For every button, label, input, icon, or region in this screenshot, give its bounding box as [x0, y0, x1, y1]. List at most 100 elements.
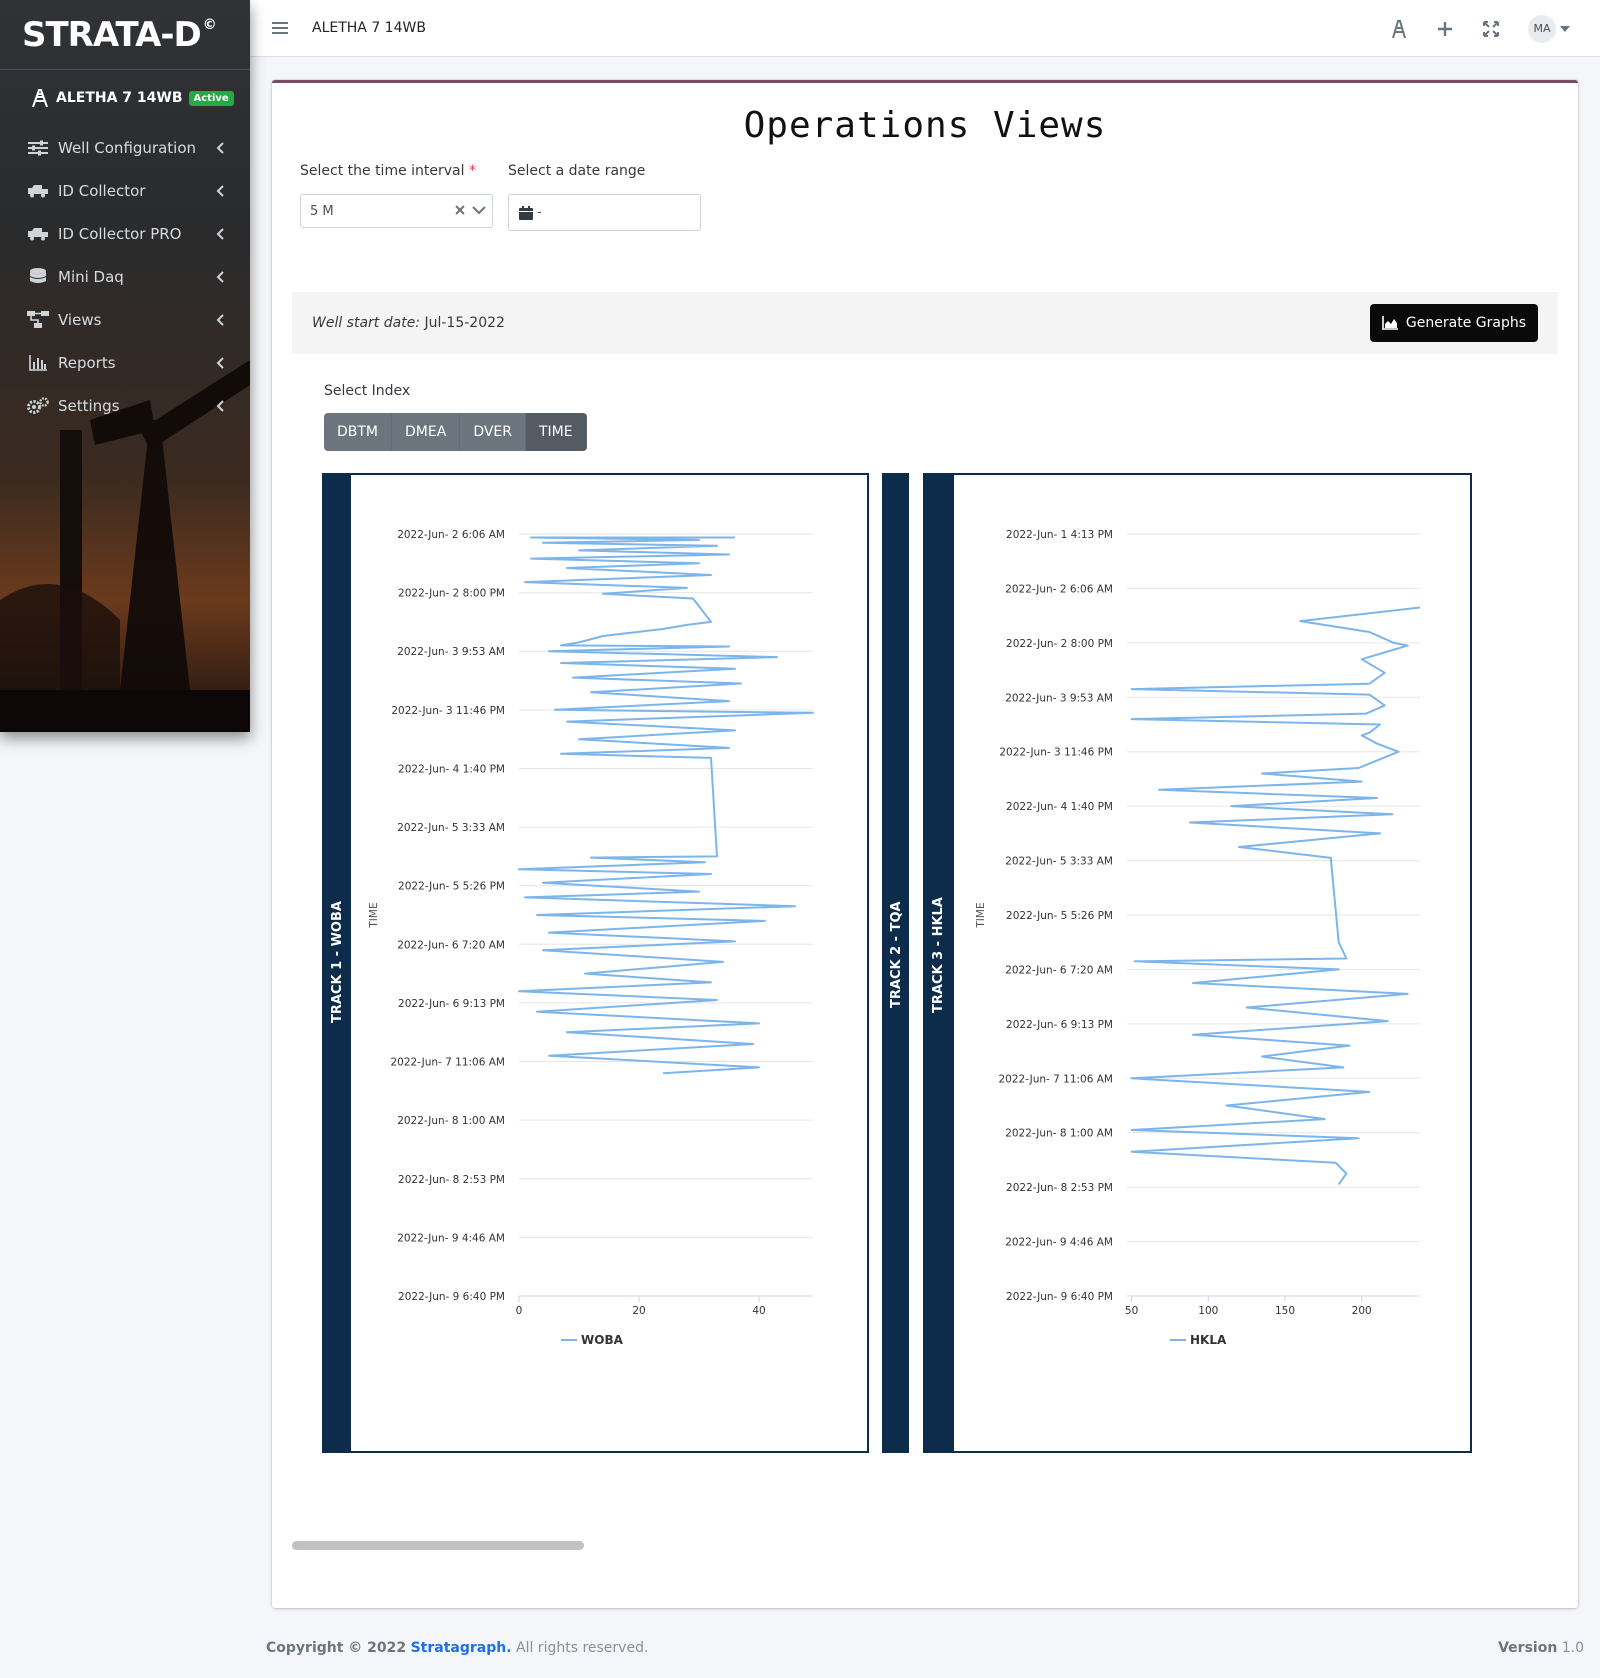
generate-graphs-button[interactable]: Generate Graphs	[1369, 304, 1538, 342]
x-tick-label: 20	[632, 1305, 645, 1317]
sidebar-item-settings[interactable]: Settings	[0, 384, 250, 427]
operations-card: Operations Views Select the time interva…	[272, 80, 1578, 1608]
index-label: Select Index	[324, 383, 411, 399]
avatar[interactable]: MA	[1528, 14, 1556, 43]
track-2-header: TRACK 2 - TQA	[882, 473, 909, 1453]
y-tick-label: 2022-Jun- 8 2:53 PM	[1006, 1182, 1113, 1194]
fullscreen-icon[interactable]	[1482, 20, 1500, 38]
y-tick-label: 2022-Jun- 5 3:33 AM	[1005, 856, 1113, 868]
footer: Copyright © 2022 Stratagraph. All rights…	[250, 1617, 1600, 1678]
generate-graphs-label: Generate Graphs	[1405, 315, 1526, 331]
index-button-group: DBTM DMEA DVER TIME	[324, 413, 587, 451]
chevron-left-icon	[216, 184, 224, 197]
index-button-dmea[interactable]: DMEA	[392, 413, 461, 451]
y-tick-label: 2022-Jun- 8 1:00 AM	[397, 1115, 505, 1127]
clear-icon[interactable]	[454, 204, 466, 216]
track-2-label: TRACK 2 - TQA	[889, 901, 904, 1008]
time-interval-select[interactable]: 5 M	[300, 194, 493, 228]
index-button-dver[interactable]: DVER	[460, 413, 526, 451]
y-tick-label: 2022-Jun- 9 4:46 AM	[1005, 1237, 1113, 1249]
oil-rig-icon[interactable]	[1390, 19, 1408, 38]
time-interval-value: 5 M	[310, 203, 334, 219]
chevron-left-icon	[216, 227, 224, 240]
y-tick-label: 2022-Jun- 2 6:06 AM	[1005, 583, 1113, 595]
y-tick-label: 2022-Jun- 3 11:46 PM	[391, 705, 505, 717]
sidebar-well[interactable]: ALETHA 7 14WB Active	[0, 70, 250, 126]
sidebar-item-label: Mini Daq	[58, 267, 124, 286]
y-axis-title: TIME	[975, 902, 987, 928]
y-tick-label: 2022-Jun- 8 1:00 AM	[1005, 1128, 1113, 1140]
brand-logo[interactable]: STRATA-D ©	[0, 0, 250, 70]
sidebar-item-id-collector[interactable]: ID Collector	[0, 169, 250, 212]
truck-icon	[27, 181, 49, 201]
sidebar-item-well-configuration[interactable]: Well Configuration	[0, 126, 250, 169]
chevron-left-icon	[216, 356, 224, 369]
track-3-label: TRACK 3 - HKLA	[931, 897, 946, 1013]
bar-chart-icon	[27, 353, 49, 373]
y-tick-label: 2022-Jun- 5 3:33 AM	[397, 822, 505, 834]
y-tick-label: 2022-Jun- 7 11:06 AM	[999, 1073, 1114, 1085]
y-tick-label: 2022-Jun- 6 7:20 AM	[1005, 964, 1113, 976]
x-tick-label: 50	[1125, 1305, 1138, 1317]
date-range-input[interactable]: -	[508, 194, 701, 231]
date-range-label: Select a date range	[508, 163, 646, 179]
chevron-left-icon	[216, 313, 224, 326]
footer-version-label: Version	[1498, 1639, 1558, 1656]
sidebar-item-label: Views	[58, 310, 102, 329]
y-tick-label: 2022-Jun- 4 1:40 PM	[1006, 801, 1113, 813]
interval-label: Select the time interval *	[300, 163, 476, 179]
y-tick-label: 2022-Jun- 3 9:53 AM	[1005, 692, 1113, 704]
footer-rights: All rights reserved.	[516, 1639, 649, 1656]
hamburger-menu-icon[interactable]	[272, 21, 288, 35]
sidebar-item-label: Reports	[58, 353, 116, 372]
y-tick-label: 2022-Jun- 9 6:40 PM	[398, 1291, 505, 1303]
required-mark: *	[468, 163, 476, 179]
well-info-bar: Well start date: Jul-15-2022 Generate Gr…	[292, 292, 1558, 354]
sidebar-item-label: Well Configuration	[58, 138, 197, 157]
series-line-woba	[518, 536, 814, 1075]
sidebar-well-name: ALETHA 7 14WB	[56, 90, 183, 106]
y-tick-label: 2022-Jun- 7 11:06 AM	[391, 1057, 506, 1069]
chevron-left-icon	[216, 141, 224, 154]
sidebar-item-mini-daq[interactable]: Mini Daq	[0, 255, 250, 298]
truck-icon	[27, 224, 49, 244]
sidebar-item-label: ID Collector PRO	[58, 224, 182, 243]
footer-version-value: 1.0	[1561, 1639, 1584, 1656]
index-button-dbtm[interactable]: DBTM	[324, 413, 393, 451]
sidebar-item-reports[interactable]: Reports	[0, 341, 250, 384]
sidebar-item-id-collector-pro[interactable]: ID Collector PRO	[0, 212, 250, 255]
sidebar-item-views[interactable]: Views	[0, 298, 250, 341]
well-start-label: Well start date:	[312, 315, 421, 331]
y-tick-label: 2022-Jun- 5 5:26 PM	[398, 881, 505, 893]
y-tick-label: 2022-Jun- 4 1:40 PM	[398, 763, 505, 775]
y-axis-title: TIME	[368, 902, 380, 928]
sitemap-icon	[27, 310, 49, 330]
chevron-left-icon	[216, 399, 224, 412]
x-tick-label: 150	[1275, 1305, 1295, 1317]
footer-copyright-text: Copyright © 2022	[266, 1639, 407, 1656]
y-tick-label: 2022-Jun- 5 5:26 PM	[1006, 910, 1113, 922]
track-3-header: TRACK 3 - HKLA	[923, 473, 954, 1453]
page-title: Operations Views	[743, 105, 1107, 146]
y-tick-label: 2022-Jun- 2 6:06 AM	[397, 529, 505, 541]
caret-down-icon[interactable]	[1560, 25, 1570, 32]
chevron-left-icon	[216, 270, 224, 283]
index-button-time[interactable]: TIME	[526, 413, 587, 451]
y-tick-label: 2022-Jun- 1 4:13 PM	[1006, 529, 1113, 541]
footer-company-link[interactable]: Stratagraph.	[411, 1640, 512, 1656]
brand-mark: ©	[202, 16, 217, 33]
sidebar-item-label: Settings	[58, 396, 120, 415]
plus-icon[interactable]	[1436, 20, 1454, 38]
chevron-down-icon[interactable]	[472, 205, 486, 215]
track-1-header: TRACK 1 - WOBA	[322, 473, 351, 1453]
legend-label[interactable]: HKLA	[1190, 1333, 1227, 1347]
topbar-actions: MA	[1390, 0, 1600, 57]
area-chart-icon	[1382, 316, 1398, 330]
x-tick-label: 100	[1198, 1305, 1218, 1317]
chart-woba: 2022-Jun- 2 6:06 AM 2022-Jun- 2 8:00 PM 20…	[368, 529, 814, 1347]
footer-version: Version 1.0	[1498, 1640, 1584, 1656]
legend-label[interactable]: WOBA	[581, 1333, 624, 1347]
horizontal-scrollbar[interactable]	[292, 1541, 584, 1550]
x-tick-label: 200	[1352, 1305, 1372, 1317]
y-tick-label: 2022-Jun- 9 4:46 AM	[397, 1232, 505, 1244]
